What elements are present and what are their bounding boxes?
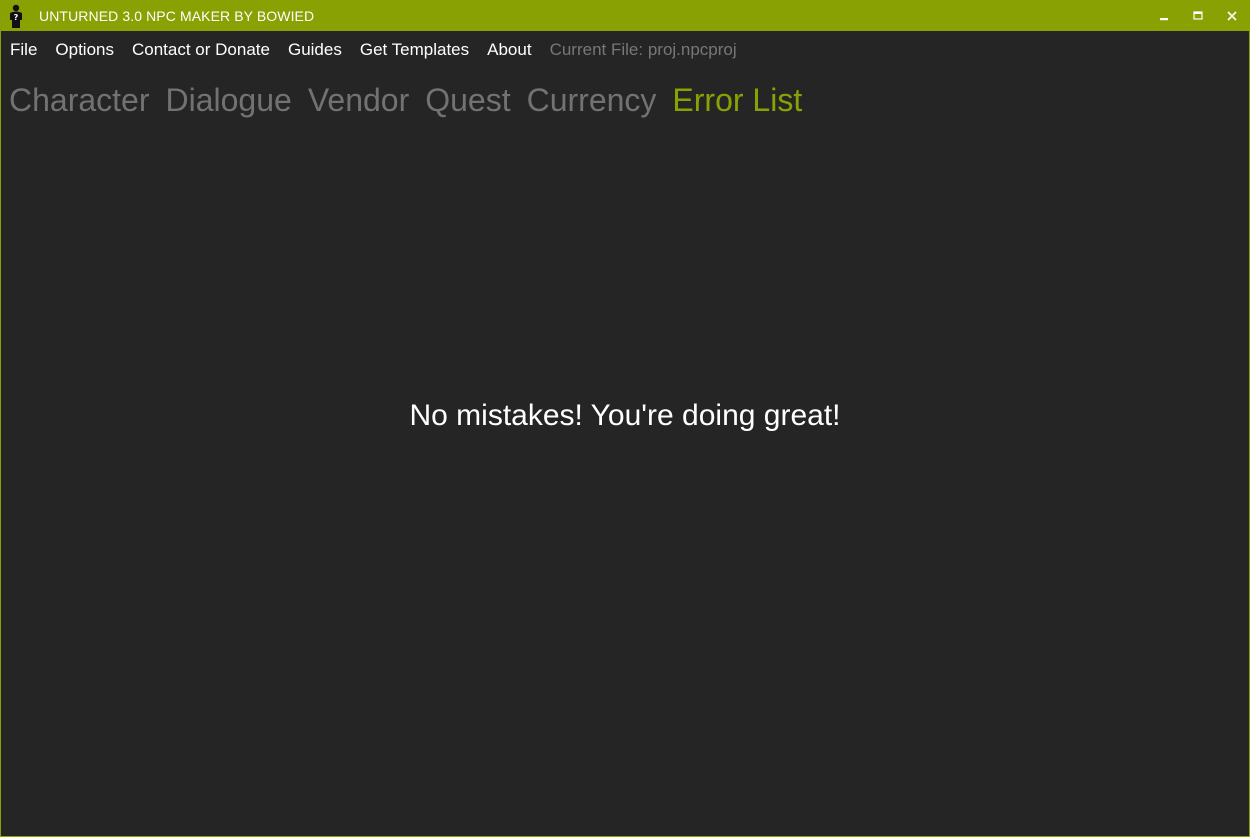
menu-about[interactable]: About — [487, 40, 531, 60]
tab-bar: Character Dialogue Vendor Quest Currency… — [1, 69, 1249, 131]
menu-options[interactable]: Options — [55, 40, 114, 60]
menu-file[interactable]: File — [10, 40, 37, 60]
maximize-button[interactable] — [1181, 1, 1215, 31]
menu-get-templates[interactable]: Get Templates — [360, 40, 469, 60]
close-icon — [1227, 11, 1237, 21]
maximize-icon — [1193, 11, 1203, 20]
npc-silhouette-icon: ? — [1, 1, 31, 31]
tab-quest[interactable]: Quest — [425, 82, 510, 119]
tab-vendor[interactable]: Vendor — [308, 82, 409, 119]
menu-contact-or-donate[interactable]: Contact or Donate — [132, 40, 270, 60]
minimize-icon — [1160, 18, 1168, 21]
window-title: UNTURNED 3.0 NPC MAKER BY BOWIED — [39, 8, 315, 24]
tab-error-list[interactable]: Error List — [672, 82, 802, 119]
menu-guides[interactable]: Guides — [288, 40, 342, 60]
svg-text:?: ? — [14, 13, 19, 22]
app-window: ? UNTURNED 3.0 NPC MAKER BY BOWIED File … — [0, 0, 1250, 837]
minimize-button[interactable] — [1147, 1, 1181, 31]
current-file-label: Current File: proj.npcproj — [549, 40, 737, 59]
no-errors-message: No mistakes! You're doing great! — [409, 399, 841, 432]
error-list-panel: No mistakes! You're doing great! — [1, 131, 1249, 836]
title-bar[interactable]: ? UNTURNED 3.0 NPC MAKER BY BOWIED — [1, 1, 1249, 31]
close-button[interactable] — [1215, 1, 1249, 31]
window-controls — [1147, 1, 1249, 31]
menu-bar: File Options Contact or Donate Guides Ge… — [1, 31, 1249, 69]
tab-character[interactable]: Character — [9, 82, 150, 119]
tab-dialogue[interactable]: Dialogue — [166, 82, 292, 119]
tab-currency[interactable]: Currency — [527, 82, 657, 119]
